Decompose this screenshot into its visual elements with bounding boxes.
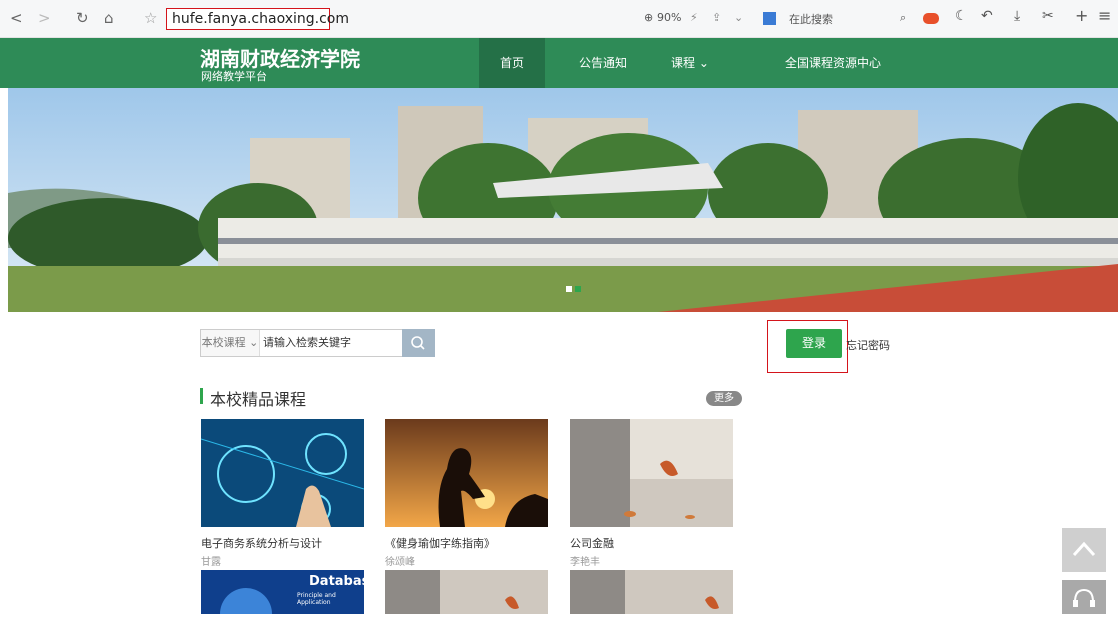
course-author: 甘露	[201, 557, 221, 568]
course-cover[interactable]	[570, 570, 733, 614]
site-header	[0, 38, 1118, 88]
chevron-down-icon: ⌄	[695, 56, 709, 70]
customer-service-button[interactable]	[1062, 580, 1106, 614]
share-icon[interactable]: ⇪	[712, 11, 721, 24]
nav-courses-label: 课程	[671, 56, 696, 70]
section-title: 本校精品课程	[210, 390, 307, 409]
headset-icon	[1073, 588, 1095, 607]
download-icon[interactable]: ⤓	[1014, 8, 1020, 24]
zoom-level[interactable]: 90%	[657, 11, 681, 24]
search-button[interactable]	[402, 329, 435, 357]
nav-notices[interactable]: 公告通知	[570, 38, 636, 88]
flash-icon[interactable]: ⚡	[690, 11, 698, 24]
course-cover-image	[385, 419, 548, 527]
search-icon	[411, 336, 425, 350]
reload-icon[interactable]: ↻	[76, 9, 89, 27]
search-engine-icon[interactable]	[763, 12, 776, 25]
menu-icon[interactable]: ≡	[1098, 6, 1111, 25]
zoom-icon[interactable]: ⊕	[644, 11, 653, 24]
database-cover-subtitle: Principle and Application	[297, 592, 336, 606]
course-cover[interactable]: Database Principle and Application	[201, 570, 364, 614]
home-icon[interactable]: ⌂	[104, 9, 114, 27]
nav-resource-center[interactable]: 全国课程资源中心	[778, 38, 888, 88]
course-cover-image	[570, 419, 733, 527]
chevron-down-icon[interactable]: ⌄	[734, 11, 743, 24]
course-cover[interactable]	[570, 419, 733, 527]
section-marker	[200, 388, 203, 404]
course-title[interactable]: 《健身瑜伽字练指南》	[385, 535, 495, 551]
course-cover[interactable]	[385, 419, 548, 527]
course-cover-image	[385, 570, 548, 614]
search-icon[interactable]: ⌕	[900, 11, 906, 25]
login-button[interactable]: 登录	[786, 329, 842, 358]
search-scope-select[interactable]: 本校课程 ⌄	[201, 330, 260, 356]
course-title[interactable]: 电子商务系统分析与设计	[201, 535, 322, 551]
nav-courses[interactable]: 课程 ⌄	[670, 38, 710, 88]
nav-home[interactable]: 首页	[479, 38, 545, 88]
more-button[interactable]: 更多	[706, 391, 742, 406]
screenshot-icon[interactable]: ✂	[1042, 8, 1054, 24]
campus-banner	[8, 88, 1118, 312]
course-author: 徐颂峰	[385, 557, 415, 568]
platform-name: 网络教学平台	[201, 70, 267, 83]
search-input[interactable]: 请输入检索关键字	[263, 330, 401, 356]
forward-icon[interactable]: >	[38, 9, 51, 27]
course-title[interactable]: 公司金融	[570, 535, 614, 551]
bookmark-star-icon[interactable]: ☆	[144, 9, 157, 27]
database-cover-title: Database	[309, 574, 364, 589]
banner-image	[8, 88, 1118, 312]
course-cover[interactable]	[201, 419, 364, 527]
new-tab-icon[interactable]: +	[1075, 6, 1088, 25]
search-scope-label: 本校课程	[201, 336, 246, 349]
course-cover-image	[570, 570, 733, 614]
course-search-box: 本校课程 ⌄ 请输入检索关键字	[200, 329, 435, 357]
forgot-password-link[interactable]: 忘记密码	[846, 337, 890, 353]
browser-search-label[interactable]: 在此搜索	[789, 11, 833, 27]
course-cover[interactable]	[385, 570, 548, 614]
course-cover-image	[201, 419, 364, 527]
night-mode-icon[interactable]: ☾	[955, 8, 968, 24]
game-icon[interactable]	[923, 13, 939, 24]
chevron-up-icon	[1072, 541, 1096, 557]
back-icon[interactable]: <	[10, 9, 23, 27]
chevron-down-icon: ⌄	[245, 336, 259, 349]
address-bar[interactable]: hufe.fanya.chaoxing.com	[166, 8, 349, 30]
back-to-top-button[interactable]	[1062, 528, 1106, 572]
course-author: 李艳丰	[570, 557, 600, 568]
undo-icon[interactable]: ↶	[981, 8, 993, 24]
